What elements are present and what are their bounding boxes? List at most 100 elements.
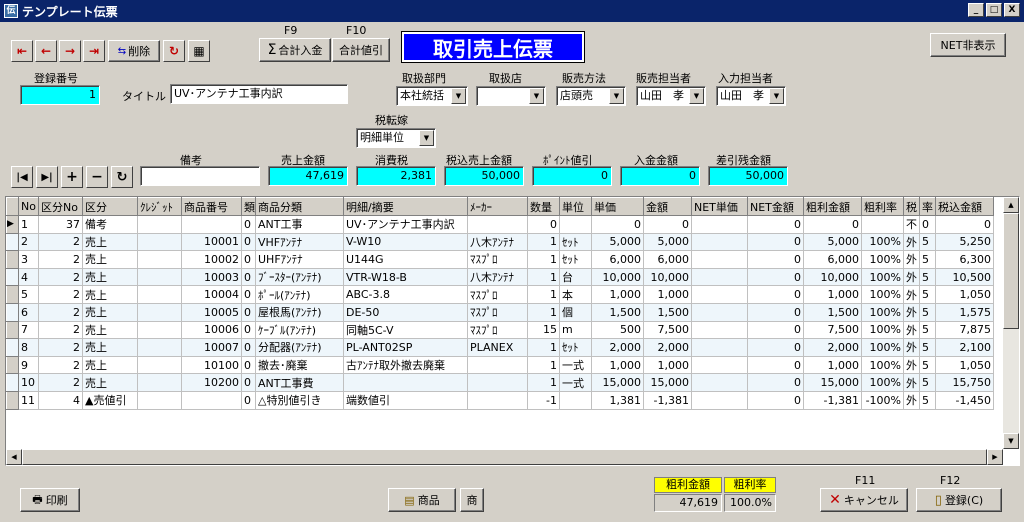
table-cell[interactable] [137,233,182,252]
table-cell[interactable]: 0 [747,285,804,304]
net-hide-button[interactable]: NET非表示 [930,33,1006,57]
table-cell[interactable]: 0 [527,215,560,234]
chevron-down-icon[interactable]: ▼ [609,88,624,104]
table-cell[interactable]: 15 [527,321,560,340]
table-cell[interactable]: 1,500 [643,303,692,322]
table-cell[interactable]: 10,000 [591,268,644,287]
table-cell[interactable]: 15,000 [591,373,644,392]
table-cell[interactable]: △特別値引き [255,391,344,410]
table-cell[interactable]: 0 [919,215,936,234]
scroll-thumb-h[interactable] [22,449,987,465]
table-cell[interactable]: 5 [18,285,39,304]
scroll-up-icon[interactable]: ▲ [1003,197,1019,213]
table-cell[interactable]: 2 [38,373,83,392]
table-cell[interactable]: 台 [559,268,592,287]
table-cell[interactable] [559,391,592,410]
row-indicator[interactable] [6,373,19,392]
table-cell[interactable]: 1,000 [591,285,644,304]
table-cell[interactable] [691,215,748,234]
table-cell[interactable]: 2 [38,338,83,357]
table-cell[interactable]: 0 [747,321,804,340]
table-cell[interactable]: 1 [527,356,560,375]
row-indicator[interactable] [6,390,19,410]
table-cell[interactable]: 撤去･廃棄 [255,356,344,375]
deposit-field[interactable]: 0 [620,166,700,186]
column-header[interactable]: 単位 [559,197,592,216]
table-cell[interactable]: 2 [38,285,83,304]
table-cell[interactable]: 5 [919,268,936,287]
column-header[interactable]: 金額 [643,197,692,216]
table-cell[interactable] [691,391,748,410]
table-row[interactable]: 6 2 売上 10005 0 屋根馬(ｱﾝﾃﾅ) DE-50 ﾏｽﾌﾟﾛ 1 個 1,500 1,50… [6,302,994,322]
table-cell[interactable]: 8 [18,338,39,357]
scroll-right-icon[interactable]: ▶ [987,449,1003,465]
table-cell[interactable]: 3 [18,250,39,269]
calculator-button[interactable]: ▦ [188,40,210,62]
table-cell[interactable]: 0 [747,303,804,322]
dept-select[interactable]: 本社統括 ▼ [396,86,468,106]
table-cell[interactable]: 2 [18,233,39,252]
table-cell[interactable] [691,338,748,357]
table-cell[interactable]: 500 [591,321,644,340]
table-cell[interactable]: 4 [38,391,83,410]
table-cell[interactable]: 2,100 [935,338,994,357]
table-cell[interactable]: 外 [903,250,920,269]
row-indicator[interactable] [6,302,19,322]
table-cell[interactable] [137,268,182,287]
table-cell[interactable]: ｾｯﾄ [559,233,592,252]
table-row[interactable]: 4 2 売上 10003 0 ﾌﾞｰｽﾀｰ(ｱﾝﾃﾅ) VTR-W18-B 八木ｱﾝﾃﾅ 1 台 1… [6,267,994,287]
table-cell[interactable]: 八木ｱﾝﾃﾅ [467,233,528,252]
table-cell[interactable]: 1,500 [591,303,644,322]
table-cell[interactable]: ﾏｽﾌﾟﾛ [467,285,528,304]
table-cell[interactable]: VTR-W18-B [343,268,468,287]
table-cell[interactable]: 1 [527,250,560,269]
table-cell[interactable]: 1,050 [935,356,994,375]
tax-select[interactable]: 明細単位 ▼ [356,128,436,148]
column-header[interactable]: 明細/摘要 [343,197,468,216]
input-person-select[interactable]: 山田 孝 ▼ [716,86,786,106]
table-cell[interactable]: 100% [861,285,904,304]
table-cell[interactable] [137,338,182,357]
grid-add-button[interactable]: + [61,166,83,188]
table-cell[interactable]: 1,381 [591,391,644,410]
table-cell[interactable] [691,250,748,269]
table-cell[interactable] [137,356,182,375]
table-cell[interactable]: 7 [18,321,39,340]
table-cell[interactable]: 10003 [181,268,242,287]
table-cell[interactable]: 4 [18,268,39,287]
grid-refresh-button[interactable]: ↻ [111,166,133,188]
horizontal-scrollbar[interactable]: ◀ ▶ [6,449,1003,465]
table-cell[interactable]: 0 [241,250,256,269]
table-cell[interactable]: 10004 [181,285,242,304]
table-cell[interactable]: 10002 [181,250,242,269]
table-cell[interactable] [137,250,182,269]
table-cell[interactable]: 0 [935,215,994,234]
table-cell[interactable]: 外 [903,338,920,357]
table-cell[interactable]: 5 [919,338,936,357]
table-cell[interactable]: 0 [747,233,804,252]
table-cell[interactable]: 5 [919,321,936,340]
table-cell[interactable]: 100% [861,321,904,340]
memo-input[interactable] [140,166,260,186]
column-header[interactable]: No [18,197,39,216]
table-cell[interactable]: 売上 [82,338,138,357]
table-cell[interactable]: 100% [861,250,904,269]
table-cell[interactable]: 売上 [82,303,138,322]
table-cell[interactable]: 2 [38,268,83,287]
table-cell[interactable]: -1,381 [643,391,692,410]
table-cell[interactable]: 6 [18,303,39,322]
column-header[interactable]: 類 [241,197,256,216]
column-header[interactable]: 粗利率 [861,197,904,216]
table-cell[interactable]: 1,050 [935,285,994,304]
column-header[interactable]: 商品分類 [255,197,344,216]
row-indicator[interactable] [6,320,19,340]
table-cell[interactable]: 売上 [82,373,138,392]
table-cell[interactable]: 2 [38,233,83,252]
chevron-down-icon[interactable]: ▼ [419,130,434,146]
table-cell[interactable]: 0 [241,303,256,322]
table-cell[interactable]: 0 [241,268,256,287]
table-cell[interactable]: 100% [861,373,904,392]
table-cell[interactable]: 0 [241,338,256,357]
row-indicator[interactable] [6,250,19,269]
table-cell[interactable] [559,215,592,234]
